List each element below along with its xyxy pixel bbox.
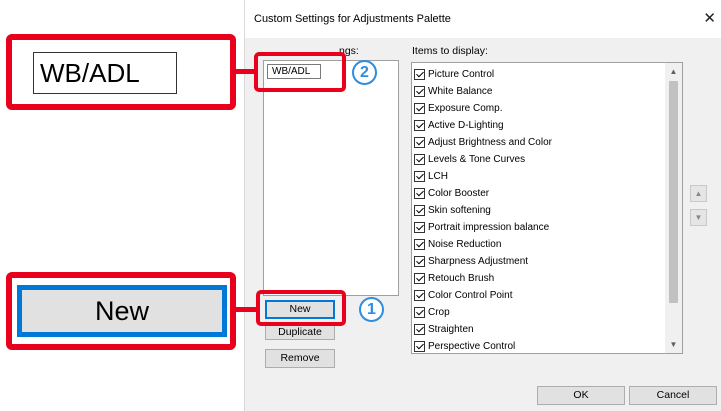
- ok-button[interactable]: OK: [537, 386, 625, 405]
- checkbox-checked[interactable]: [414, 86, 425, 97]
- checkbox-checked[interactable]: [414, 137, 425, 148]
- scrollbar-thumb[interactable]: [669, 81, 678, 303]
- list-item[interactable]: Color Control Point: [414, 287, 512, 304]
- checkbox-checked[interactable]: [414, 307, 425, 318]
- checkbox-checked[interactable]: [414, 222, 425, 233]
- list-item[interactable]: Active D-Lighting: [414, 117, 504, 134]
- list-item[interactable]: Adjust Brightness and Color: [414, 134, 552, 151]
- scroll-up-icon[interactable]: ▲: [665, 63, 682, 80]
- items-to-display-label: Items to display:: [412, 45, 488, 57]
- checkbox-checked[interactable]: [414, 188, 425, 199]
- list-item[interactable]: Portrait impression balance: [414, 219, 549, 236]
- checkbox-checked[interactable]: [414, 290, 425, 301]
- checkbox-checked[interactable]: [414, 324, 425, 335]
- checkbox-checked[interactable]: [414, 120, 425, 131]
- connector-line: [236, 307, 256, 312]
- dialog-title: Custom Settings for Adjustments Palette: [254, 13, 451, 25]
- checkbox-checked[interactable]: [414, 341, 425, 352]
- title-bar: Custom Settings for Adjustments Palette …: [245, 0, 721, 38]
- arrow-down-icon[interactable]: ▼: [690, 209, 707, 226]
- arrow-up-icon[interactable]: ▲: [690, 185, 707, 202]
- checkbox-checked[interactable]: [414, 239, 425, 250]
- highlight-name-field: [254, 52, 346, 92]
- list-item[interactable]: Color Booster: [414, 185, 489, 202]
- close-icon[interactable]: ✕: [703, 9, 716, 27]
- list-item[interactable]: Crop: [414, 304, 450, 321]
- settings-list[interactable]: [263, 60, 399, 296]
- list-item[interactable]: Straighten: [414, 321, 474, 338]
- step-1-badge: 1: [359, 297, 384, 322]
- list-item[interactable]: Sharpness Adjustment: [414, 253, 528, 270]
- zoom-name-callout: WB/ADL: [6, 34, 236, 110]
- connector-line: [236, 69, 256, 74]
- list-item[interactable]: Levels & Tone Curves: [414, 151, 525, 168]
- list-item[interactable]: White Balance: [414, 83, 492, 100]
- cancel-button[interactable]: Cancel: [629, 386, 717, 405]
- list-item[interactable]: Perspective Control: [414, 338, 515, 353]
- list-item[interactable]: Retouch Brush: [414, 270, 494, 287]
- checkbox-checked[interactable]: [414, 256, 425, 267]
- checkbox-checked[interactable]: [414, 103, 425, 114]
- checkbox-checked[interactable]: [414, 69, 425, 80]
- list-item[interactable]: LCH: [414, 168, 448, 185]
- checkbox-checked[interactable]: [414, 205, 425, 216]
- vertical-scrollbar[interactable]: ▲ ▼: [665, 63, 682, 353]
- remove-button[interactable]: Remove: [265, 349, 335, 368]
- items-to-display-list[interactable]: Picture Control White Balance Exposure C…: [411, 62, 683, 354]
- checkbox-checked[interactable]: [414, 171, 425, 182]
- scroll-down-icon[interactable]: ▼: [665, 336, 682, 353]
- list-item[interactable]: Exposure Comp.: [414, 100, 502, 117]
- zoom-new-text: New: [17, 285, 227, 337]
- checkbox-checked[interactable]: [414, 273, 425, 284]
- list-item[interactable]: Picture Control: [414, 66, 494, 83]
- duplicate-button[interactable]: Duplicate: [265, 325, 335, 340]
- highlight-new-button: [256, 290, 346, 326]
- step-2-badge: 2: [352, 60, 377, 85]
- checkbox-checked[interactable]: [414, 154, 425, 165]
- list-item[interactable]: Skin softening: [414, 202, 491, 219]
- zoom-name-text: WB/ADL: [33, 52, 177, 94]
- list-item[interactable]: Noise Reduction: [414, 236, 501, 253]
- zoom-new-callout: New: [6, 272, 236, 350]
